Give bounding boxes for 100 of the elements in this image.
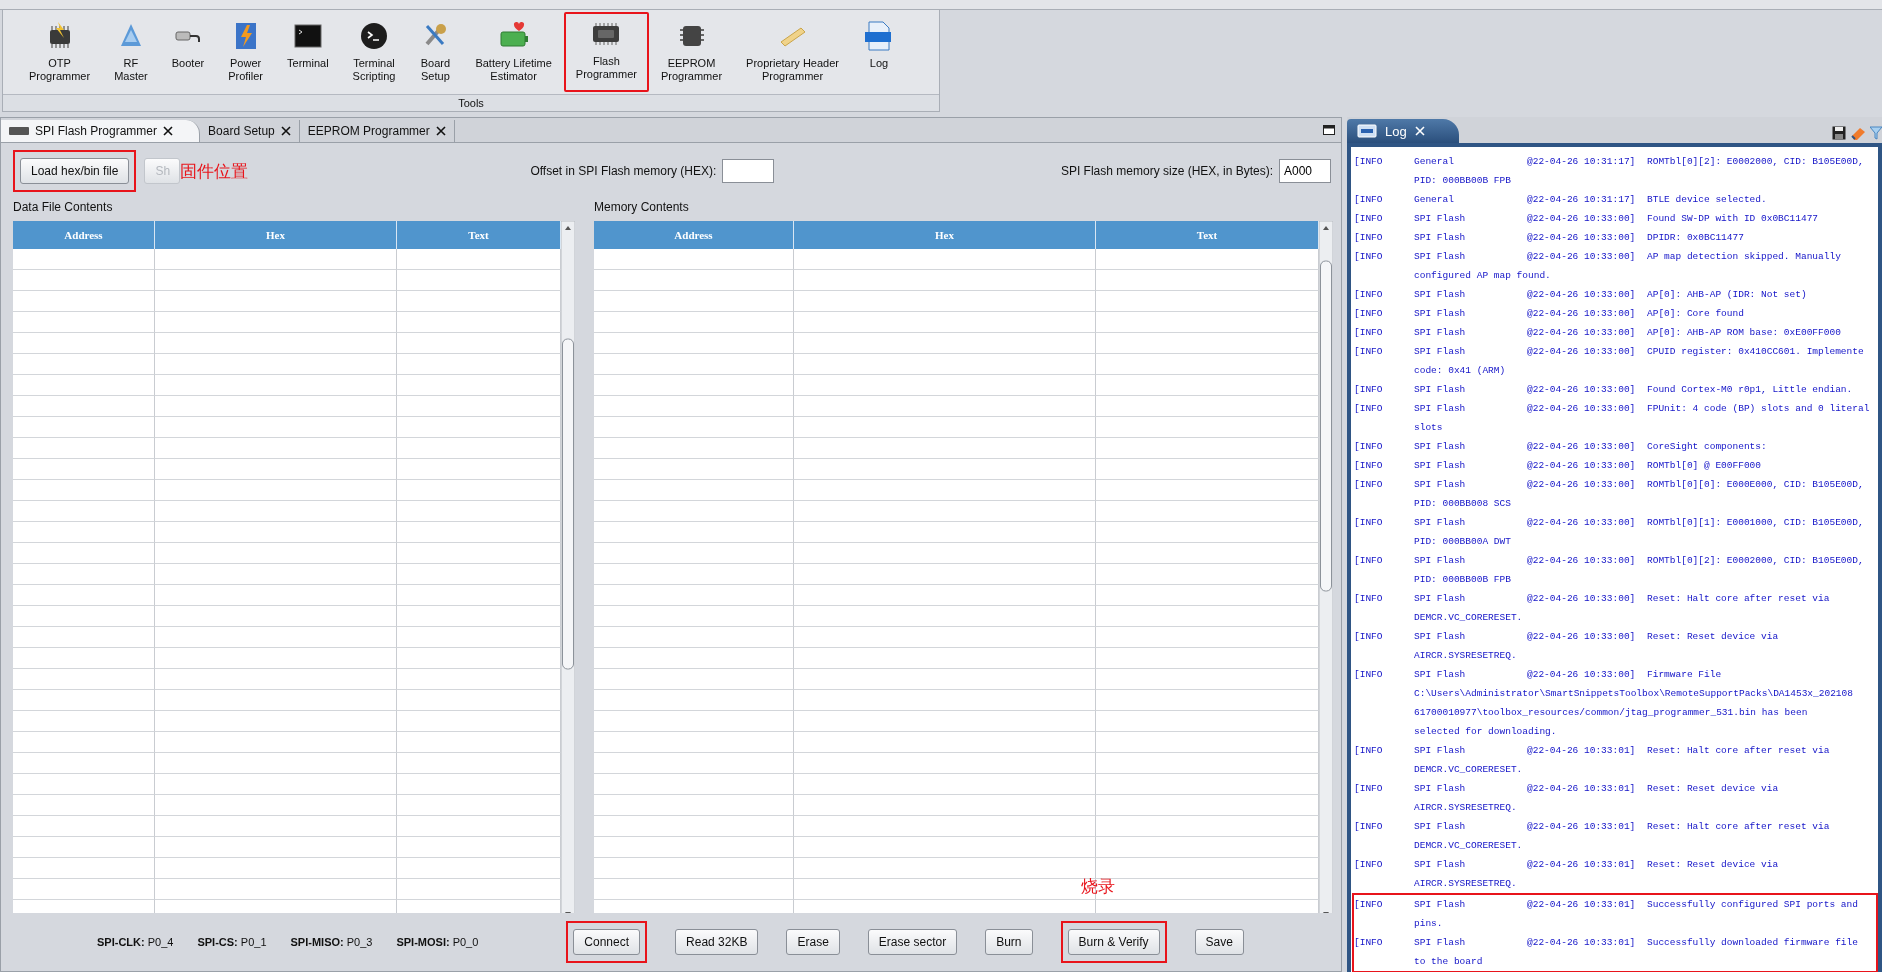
- log-message: Reset: Reset device via: [1647, 782, 1779, 796]
- log-level: [INFO: [1354, 554, 1384, 568]
- log-timestamp: @22-04-26 10:33:00]: [1527, 288, 1637, 302]
- toolbar-item[interactable]: Power Profiler: [216, 14, 275, 89]
- log-message: ROMTbl[0][2]: E0002000, CID: B105E00D,: [1647, 554, 1864, 568]
- scrollbar[interactable]: [1319, 221, 1333, 913]
- log-timestamp: @22-04-26 10:33:00]: [1527, 516, 1637, 530]
- log-source: SPI Flash: [1414, 858, 1467, 872]
- log-message: ROMTbl[0][0]: E000E000, CID: B105E00D,: [1647, 478, 1864, 492]
- toolbar-item[interactable]: Battery Lifetime Estimator: [463, 14, 564, 89]
- log-message: code: 0x41 (ARM): [1414, 364, 1507, 378]
- log-tab[interactable]: Log: [1347, 119, 1459, 143]
- action-button[interactable]: Connect: [573, 929, 641, 955]
- log-message: slots: [1414, 421, 1444, 435]
- action-button[interactable]: Burn: [985, 929, 1033, 955]
- toolbar-item[interactable]: EEPROM Programmer: [648, 14, 735, 89]
- log-level: [INFO: [1354, 782, 1384, 796]
- close-icon[interactable]: [163, 126, 174, 136]
- toolbar-item[interactable]: Log: [851, 14, 907, 76]
- log-source: General: [1414, 155, 1455, 169]
- log-source: SPI Flash: [1414, 516, 1467, 530]
- log-message: CPUID register: 0x410CC601. Implemente: [1647, 345, 1864, 359]
- log-timestamp: @22-04-26 10:33:01]: [1527, 744, 1637, 758]
- log-message: Found Cortex-M0 r0p1, Little endian.: [1647, 383, 1853, 397]
- log-message: AIRCR.SYSRESETREQ.: [1414, 877, 1518, 891]
- toolbar-caption: Tools: [3, 94, 939, 111]
- tab[interactable]: Board Setup: [200, 120, 300, 142]
- log-message: Reset: Halt core after reset via: [1647, 744, 1830, 758]
- toolbar-item[interactable]: Board Setup: [407, 14, 464, 89]
- log-level: [INFO: [1354, 858, 1384, 872]
- log-timestamp: @22-04-26 10:33:00]: [1527, 459, 1637, 473]
- log-timestamp: @22-04-26 10:33:01]: [1527, 782, 1637, 796]
- save-icon[interactable]: [1832, 126, 1846, 140]
- log-message: DEMCR.VC_CORERESET.: [1414, 763, 1524, 777]
- offset-label: Offset in SPI Flash memory (HEX):: [530, 164, 717, 178]
- log-message: configured AP map found.: [1414, 269, 1552, 283]
- tab-label: Board Setup: [208, 124, 275, 138]
- log-message: Firmware File: [1647, 668, 1722, 682]
- close-icon[interactable]: [280, 126, 291, 136]
- log-level: [INFO: [1354, 478, 1384, 492]
- action-button[interactable]: Erase: [786, 929, 840, 955]
- log-message: to the board: [1414, 955, 1484, 969]
- toolbar-item[interactable]: RF Master: [102, 14, 160, 89]
- log-level: [INFO: [1354, 288, 1384, 302]
- log-level: [INFO: [1354, 898, 1384, 912]
- log-level: [INFO: [1354, 668, 1384, 682]
- log-level: [INFO: [1354, 440, 1384, 454]
- log-source: SPI Flash: [1414, 459, 1467, 473]
- action-button[interactable]: Burn & Verify: [1067, 929, 1160, 955]
- log-timestamp: @22-04-26 10:33:00]: [1527, 554, 1637, 568]
- chip-icon: [9, 126, 29, 136]
- tab[interactable]: SPI Flash Programmer: [1, 120, 201, 142]
- close-icon[interactable]: [435, 126, 446, 136]
- log-level: [INFO: [1354, 630, 1384, 644]
- log-source: SPI Flash: [1414, 478, 1467, 492]
- log-source: General: [1414, 193, 1455, 207]
- offset-field[interactable]: [722, 159, 775, 183]
- log-level: [INFO: [1354, 516, 1384, 530]
- log-timestamp: @22-04-26 10:33:00]: [1527, 383, 1637, 397]
- log-source: SPI Flash: [1414, 307, 1467, 321]
- toolbar-item[interactable]: Booter: [159, 14, 217, 76]
- log-source: SPI Flash: [1414, 744, 1467, 758]
- toolbar-item[interactable]: OTP Programmer: [17, 14, 103, 89]
- size-field[interactable]: A000: [1279, 159, 1331, 183]
- toolbar-item[interactable]: Proprietary Header Programmer: [734, 14, 851, 89]
- tab[interactable]: EEPROM Programmer: [299, 120, 455, 142]
- log-timestamp: @22-04-26 10:33:00]: [1527, 231, 1637, 245]
- toolbar-item[interactable]: Terminal: [275, 14, 341, 76]
- log-source: SPI Flash: [1414, 820, 1467, 834]
- log-source: SPI Flash: [1414, 898, 1467, 912]
- log-timestamp: @22-04-26 10:31:17]: [1527, 155, 1637, 169]
- size-label: SPI Flash memory size (HEX, in Bytes):: [1060, 164, 1273, 178]
- log-source: SPI Flash: [1414, 326, 1467, 340]
- log-level: [INFO: [1354, 744, 1384, 758]
- log-level: [INFO: [1354, 250, 1384, 264]
- action-button[interactable]: Erase sector: [867, 929, 958, 955]
- maximize-icon[interactable]: [1323, 125, 1335, 135]
- log-timestamp: @22-04-26 10:33:01]: [1527, 820, 1637, 834]
- log-timestamp: @22-04-26 10:33:00]: [1527, 668, 1637, 682]
- log-level: [INFO: [1354, 936, 1384, 950]
- eraser-icon[interactable]: [1850, 126, 1866, 140]
- log-source: SPI Flash: [1414, 345, 1467, 359]
- log-message: 61700010977\toolbox_resources/common/jtag_programmer_531.bin has been: [1414, 706, 1809, 720]
- action-button[interactable]: Save: [1194, 929, 1244, 955]
- log-message: AIRCR.SYSRESETREQ.: [1414, 801, 1518, 815]
- log-timestamp: @22-04-26 10:33:01]: [1527, 858, 1637, 872]
- table-title: Data File Contents: [13, 199, 114, 216]
- log-timestamp: @22-04-26 10:33:00]: [1527, 440, 1637, 454]
- document-icon: [1357, 123, 1377, 139]
- log-message: BTLE device selected.: [1647, 193, 1767, 207]
- log-message: CoreSight components:: [1647, 440, 1767, 454]
- toolbar-item[interactable]: Terminal Scripting: [340, 14, 408, 89]
- scrollbar[interactable]: [561, 221, 575, 913]
- toolbar-item-highlighted[interactable]: Flash Programmer: [563, 12, 649, 92]
- load-file-button[interactable]: Load hex/bin file: [20, 158, 130, 184]
- action-button[interactable]: Read 32KB: [675, 929, 759, 955]
- log-message: pins.: [1414, 917, 1444, 931]
- log-message: PID: 000BB00B FPB: [1414, 573, 1512, 587]
- pin-label: SPI-MISO: P0_3: [290, 936, 373, 948]
- log-message: PID: 000BB00B FPB: [1414, 174, 1512, 188]
